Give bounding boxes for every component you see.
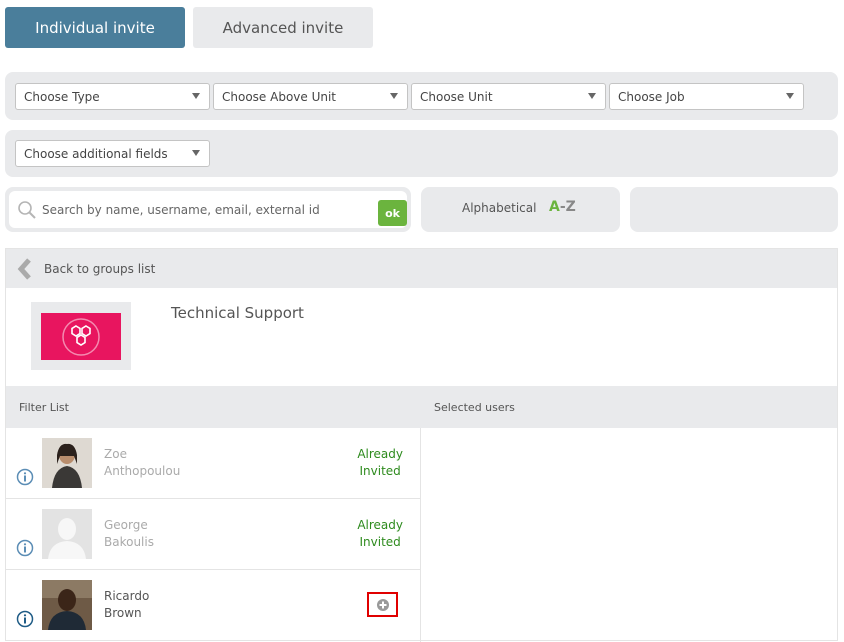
sort-alphabetical-button[interactable]: Alphabetical A-Z xyxy=(421,187,620,232)
group-card: Back to groups list Technical Support Fi… xyxy=(5,248,838,642)
status-line-2: Invited xyxy=(359,535,401,549)
type-select[interactable]: Choose Type xyxy=(15,83,210,110)
search-ok-button[interactable]: ok xyxy=(378,200,407,226)
empty-panel xyxy=(630,187,838,232)
chevron-down-icon xyxy=(786,93,794,99)
chevron-left-icon xyxy=(17,258,31,280)
user-first-name: Zoe xyxy=(104,447,127,461)
job-select-label: Choose Job xyxy=(618,89,685,104)
unit-select[interactable]: Choose Unit xyxy=(411,83,606,110)
user-name: George Bakoulis xyxy=(104,517,154,551)
list-header: Filter List Selected users xyxy=(6,386,837,428)
search-input[interactable] xyxy=(42,199,372,221)
search-icon xyxy=(18,201,36,219)
sort-a: A xyxy=(549,199,560,215)
plus-circle-icon xyxy=(376,598,389,611)
sort-dash-z: -Z xyxy=(559,199,576,215)
type-select-label: Choose Type xyxy=(24,89,100,104)
search-field: ok xyxy=(9,191,407,228)
sort-az-indicator: A-Z xyxy=(549,199,576,215)
avatar xyxy=(42,580,92,630)
group-title: Technical Support xyxy=(171,304,304,322)
tab-individual-invite[interactable]: Individual invite xyxy=(5,7,185,48)
chevron-down-icon xyxy=(192,93,200,99)
avatar xyxy=(42,438,92,488)
sort-label: Alphabetical xyxy=(462,201,537,215)
chevron-down-icon xyxy=(390,93,398,99)
above-unit-select[interactable]: Choose Above Unit xyxy=(213,83,408,110)
user-row: George Bakoulis Already Invited xyxy=(6,499,421,570)
add-user-button[interactable] xyxy=(367,592,398,617)
chevron-down-icon xyxy=(192,150,200,156)
status-line-1: Already xyxy=(357,518,403,532)
group-logo-frame xyxy=(31,302,131,370)
hexagon-logo-icon xyxy=(62,318,100,356)
status-line-1: Already xyxy=(357,447,403,461)
back-label: Back to groups list xyxy=(44,262,156,276)
selected-users-header: Selected users xyxy=(434,401,515,414)
additional-fields-select[interactable]: Choose additional fields xyxy=(15,140,210,167)
info-icon[interactable] xyxy=(16,468,34,486)
filter-list-header: Filter List xyxy=(19,401,69,414)
user-last-name: Brown xyxy=(104,606,142,620)
info-icon[interactable] xyxy=(16,539,34,557)
additional-fields-panel: Choose additional fields xyxy=(5,130,838,177)
job-select[interactable]: Choose Job xyxy=(609,83,804,110)
unit-select-label: Choose Unit xyxy=(420,89,493,104)
already-invited-status: Already Invited xyxy=(357,517,403,551)
group-logo xyxy=(41,313,121,360)
user-name: Zoe Anthopoulou xyxy=(104,446,180,480)
above-unit-select-label: Choose Above Unit xyxy=(222,89,337,104)
user-last-name: Anthopoulou xyxy=(104,464,181,478)
status-line-2: Invited xyxy=(359,464,401,478)
search-box: ok xyxy=(5,187,411,232)
chevron-down-icon xyxy=(588,93,596,99)
user-first-name: Ricardo xyxy=(104,589,150,603)
back-to-groups-link[interactable]: Back to groups list xyxy=(6,249,837,288)
user-row: Zoe Anthopoulou Already Invited xyxy=(6,428,421,499)
avatar-placeholder xyxy=(42,509,92,559)
user-name: Ricardo Brown xyxy=(104,588,149,622)
info-icon[interactable] xyxy=(16,610,34,628)
tab-advanced-invite[interactable]: Advanced invite xyxy=(193,7,373,48)
already-invited-status: Already Invited xyxy=(357,446,403,480)
user-row: Ricardo Brown xyxy=(6,570,421,641)
user-first-name: George xyxy=(104,518,148,532)
additional-fields-select-label: Choose additional fields xyxy=(24,146,168,161)
user-last-name: Bakoulis xyxy=(104,535,154,549)
user-list: Zoe Anthopoulou Already Invited George B… xyxy=(6,428,421,642)
filter-panel: Choose Type Choose Above Unit Choose Uni… xyxy=(5,72,838,120)
